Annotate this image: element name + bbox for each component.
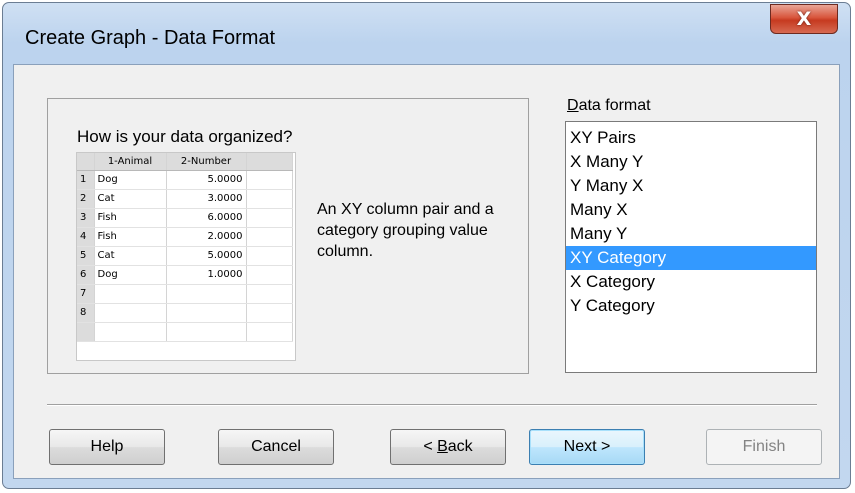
- animal-cell: Cat: [94, 246, 167, 266]
- empty-cell: [246, 227, 293, 247]
- empty-cell: [246, 170, 293, 190]
- list-item[interactable]: Y Category: [566, 294, 816, 318]
- empty-cell: [246, 189, 293, 209]
- separator-line: [47, 404, 817, 406]
- table-row: 6 Dog 1.0000: [77, 265, 293, 285]
- row-number: 4: [77, 227, 95, 247]
- number-cell: 6.0000: [166, 208, 247, 228]
- animal-cell: [94, 303, 167, 323]
- number-cell: 5.0000: [166, 170, 247, 190]
- table-row: 3 Fish 6.0000: [77, 208, 293, 228]
- grid-corner: [77, 153, 95, 171]
- row-number: 7: [77, 284, 95, 304]
- row-number: 5: [77, 246, 95, 266]
- help-button[interactable]: Help: [49, 429, 165, 465]
- empty-cell: [246, 303, 293, 323]
- list-item[interactable]: Many X: [566, 198, 816, 222]
- list-item[interactable]: XY Category: [566, 246, 816, 270]
- empty-cell: [246, 208, 293, 228]
- row-number: [77, 322, 95, 342]
- column-header: 2-Number: [166, 153, 247, 171]
- empty-cell: [246, 284, 293, 304]
- table-row: 4 Fish 2.0000: [77, 227, 293, 247]
- row-number: 3: [77, 208, 95, 228]
- animal-cell: Cat: [94, 189, 167, 209]
- dialog-window: Create Graph - Data Format X How is your…: [2, 2, 851, 489]
- number-cell: 3.0000: [166, 189, 247, 209]
- preview-panel: How is your data organized? 1-Animal 2-N…: [47, 98, 529, 374]
- animal-cell: Fish: [94, 208, 167, 228]
- column-header: 1-Animal: [94, 153, 167, 171]
- empty-cell: [246, 322, 293, 342]
- table-row: 1 Dog 5.0000: [77, 170, 293, 190]
- animal-cell: Fish: [94, 227, 167, 247]
- table-row: 7: [77, 284, 293, 304]
- back-button[interactable]: < Back: [390, 429, 506, 465]
- empty-cell: [246, 265, 293, 285]
- title-bar[interactable]: Create Graph - Data Format X: [3, 3, 850, 65]
- table-row: 5 Cat 5.0000: [77, 246, 293, 266]
- row-number: 6: [77, 265, 95, 285]
- table-row: 2 Cat 3.0000: [77, 189, 293, 209]
- close-icon: X: [796, 8, 812, 30]
- list-item[interactable]: X Many Y: [566, 150, 816, 174]
- number-cell: 2.0000: [166, 227, 247, 247]
- number-cell: 1.0000: [166, 265, 247, 285]
- next-button[interactable]: Next >: [529, 429, 645, 465]
- data-format-listbox[interactable]: XY Pairs X Many YY Many X Many X Many Y XY C…: [565, 121, 817, 373]
- list-item[interactable]: X Category: [566, 270, 816, 294]
- sample-data-grid: 1-Animal 2-Number 1 Dog 5.0000 2 Cat 3.0000 3 F…: [76, 152, 296, 361]
- list-item[interactable]: Many Y: [566, 222, 816, 246]
- table-row: [77, 322, 293, 342]
- list-item[interactable]: XY Pairs: [566, 126, 816, 150]
- column-header: [246, 153, 293, 171]
- number-cell: 5.0000: [166, 246, 247, 266]
- number-cell: [166, 303, 247, 323]
- dialog-client-area: How is your data organized? 1-Animal 2-N…: [13, 64, 840, 479]
- preview-question: How is your data organized?: [77, 127, 293, 146]
- list-item[interactable]: Y Many X: [566, 174, 816, 198]
- animal-cell: Dog: [94, 170, 167, 190]
- grid-header-row: 1-Animal 2-Number: [77, 153, 293, 171]
- empty-cell: [246, 246, 293, 266]
- animal-cell: [94, 284, 167, 304]
- row-number: 8: [77, 303, 95, 323]
- row-number: 2: [77, 189, 95, 209]
- table-row: 8: [77, 303, 293, 323]
- close-button[interactable]: X: [770, 4, 838, 34]
- finish-button: Finish: [706, 429, 822, 465]
- format-description: An XY column pair and a category groupin…: [317, 201, 494, 260]
- animal-cell: Dog: [94, 265, 167, 285]
- number-cell: [166, 322, 247, 342]
- window-title: Create Graph - Data Format: [25, 27, 276, 49]
- row-number: 1: [77, 170, 95, 190]
- cancel-button[interactable]: Cancel: [218, 429, 334, 465]
- number-cell: [166, 284, 247, 304]
- data-format-label: Data format: [567, 97, 651, 114]
- animal-cell: [94, 322, 167, 342]
